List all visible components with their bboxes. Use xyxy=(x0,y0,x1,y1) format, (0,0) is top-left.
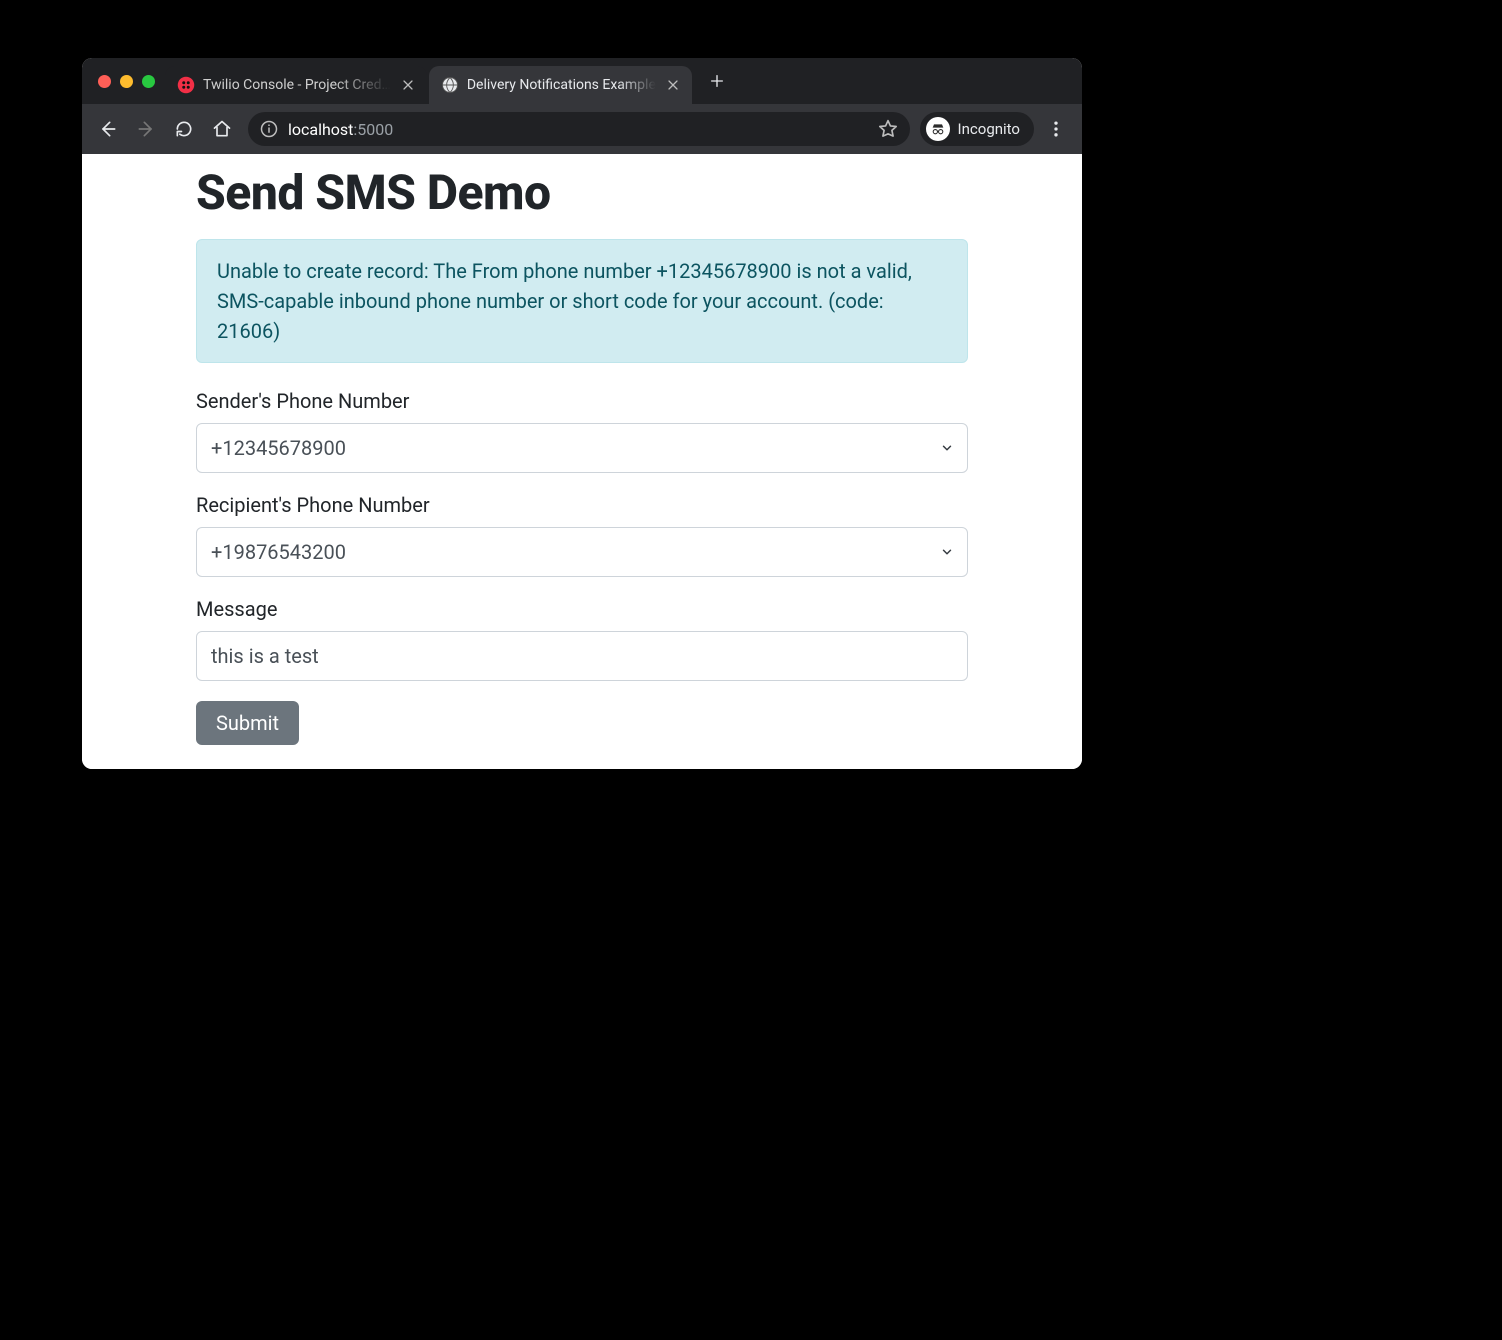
window-controls xyxy=(92,58,165,104)
menu-button[interactable] xyxy=(1040,113,1072,145)
globe-icon xyxy=(441,76,459,94)
sender-label: Sender's Phone Number xyxy=(196,389,968,413)
tab-active[interactable]: Delivery Notifications Example xyxy=(429,66,692,104)
page-title: Send SMS Demo xyxy=(196,164,968,221)
forward-button[interactable] xyxy=(130,113,162,145)
reload-button[interactable] xyxy=(168,113,200,145)
url-port: :5000 xyxy=(353,120,393,139)
tab-background[interactable]: Twilio Console - Project Cred… xyxy=(165,66,427,104)
window-close-button[interactable] xyxy=(98,75,111,88)
tab-strip: Twilio Console - Project Cred… Delivery … xyxy=(82,58,1082,104)
page-container: Send SMS Demo Unable to create record: T… xyxy=(182,164,982,745)
address-bar[interactable]: localhost:5000 xyxy=(248,112,910,146)
submit-button[interactable]: Submit xyxy=(196,701,299,745)
back-button[interactable] xyxy=(92,113,124,145)
bookmark-star-icon[interactable] xyxy=(878,119,898,139)
sender-group: Sender's Phone Number +12345678900 xyxy=(196,389,968,473)
recipient-group: Recipient's Phone Number +19876543200 xyxy=(196,493,968,577)
browser-toolbar: localhost:5000 Incognito xyxy=(82,104,1082,154)
recipient-select[interactable]: +19876543200 xyxy=(196,527,968,577)
tab-title: Twilio Console - Project Cred… xyxy=(203,77,391,93)
message-group: Message xyxy=(196,597,968,681)
incognito-label: Incognito xyxy=(958,120,1020,138)
sender-select[interactable]: +12345678900 xyxy=(196,423,968,473)
incognito-indicator[interactable]: Incognito xyxy=(920,112,1034,146)
url-host: localhost xyxy=(288,120,353,139)
message-input[interactable] xyxy=(196,631,968,681)
incognito-icon xyxy=(926,117,950,141)
window-minimize-button[interactable] xyxy=(120,75,133,88)
browser-window: Twilio Console - Project Cred… Delivery … xyxy=(82,58,1082,769)
url-text: localhost:5000 xyxy=(288,120,393,139)
close-icon[interactable] xyxy=(664,76,682,94)
window-maximize-button[interactable] xyxy=(142,75,155,88)
message-label: Message xyxy=(196,597,968,621)
new-tab-button[interactable] xyxy=(702,66,732,96)
site-info-icon[interactable] xyxy=(260,120,278,138)
tab-title: Delivery Notifications Example xyxy=(467,77,656,93)
close-icon[interactable] xyxy=(399,76,417,94)
home-button[interactable] xyxy=(206,113,238,145)
twilio-icon xyxy=(177,76,195,94)
page-viewport: Send SMS Demo Unable to create record: T… xyxy=(82,164,1082,769)
alert-info: Unable to create record: The From phone … xyxy=(196,239,968,363)
recipient-label: Recipient's Phone Number xyxy=(196,493,968,517)
